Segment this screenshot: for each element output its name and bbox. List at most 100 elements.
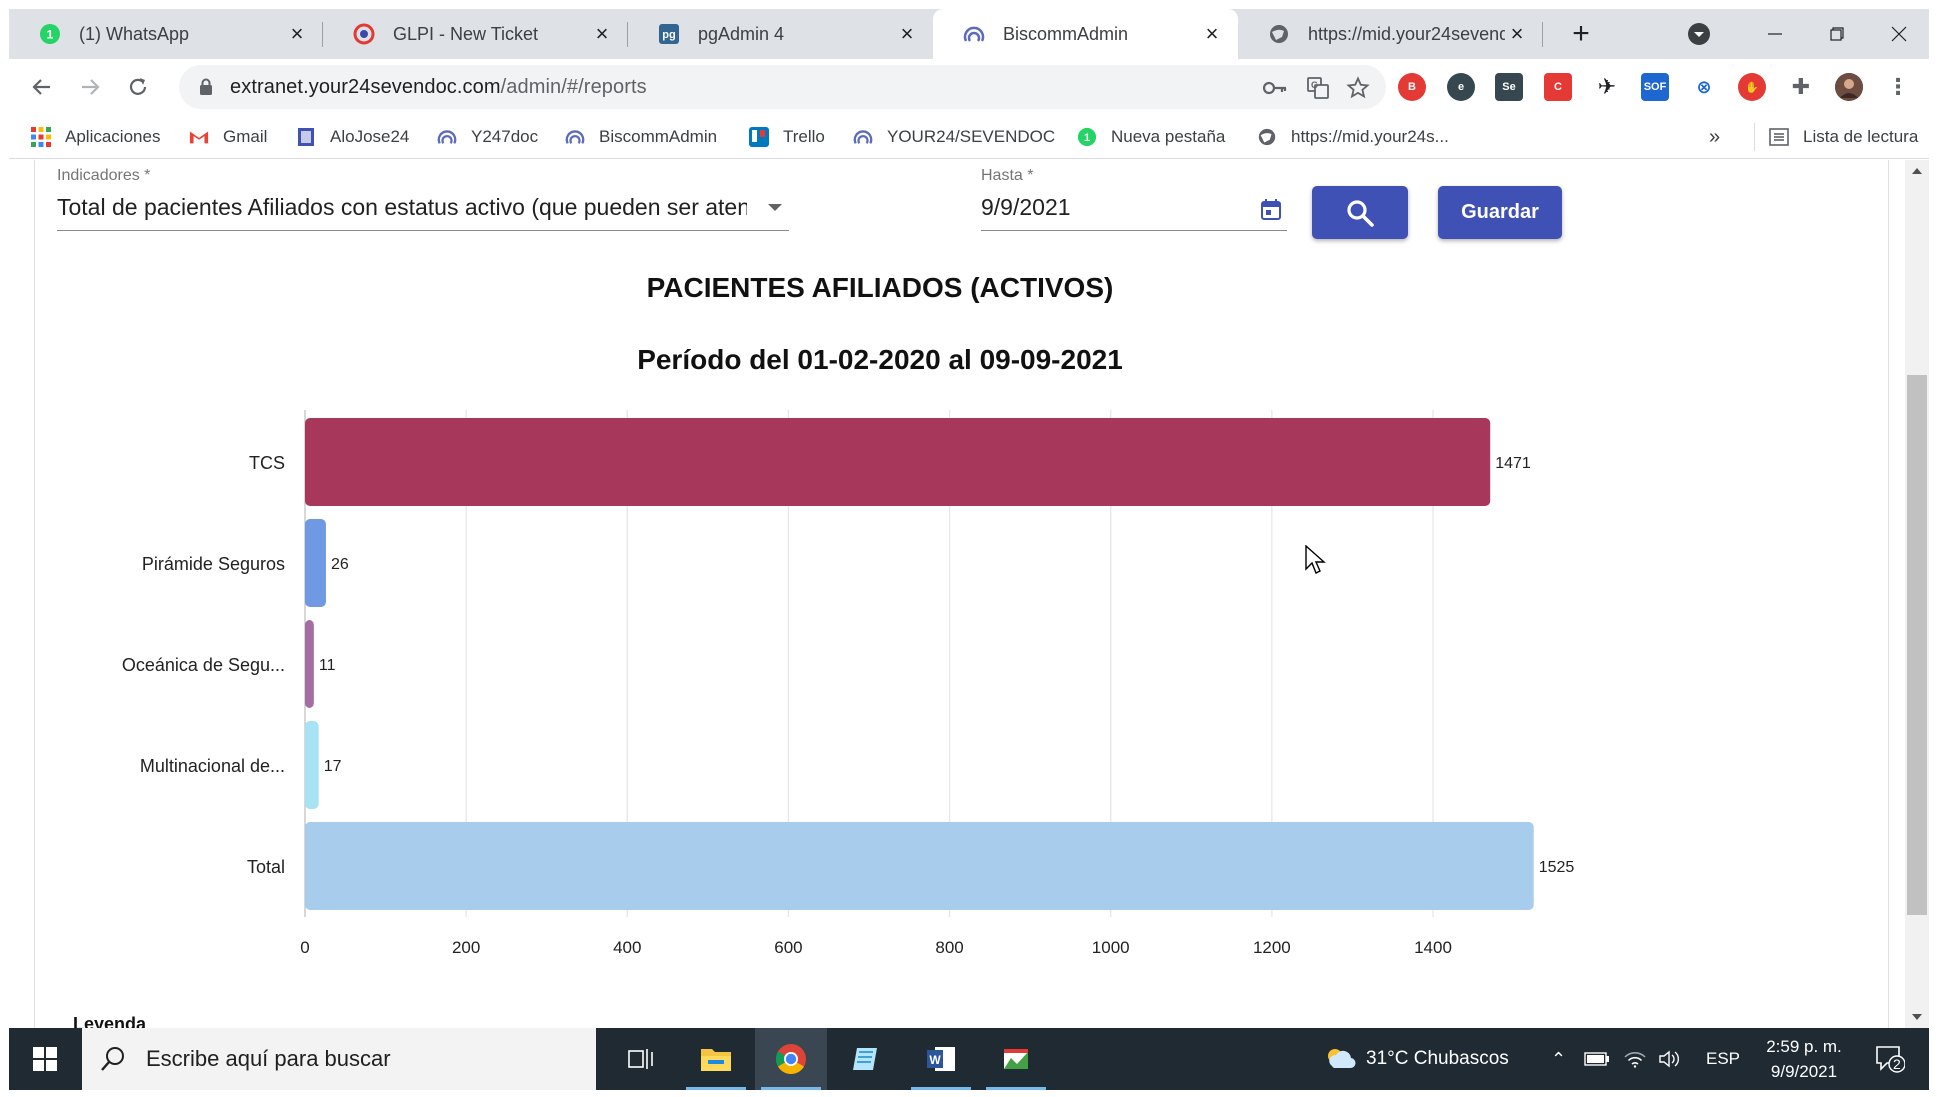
weather-widget[interactable]: 31°C Chubascos (1324, 1028, 1509, 1090)
star-icon[interactable] (1345, 75, 1371, 101)
extension-b-icon[interactable]: B (1398, 73, 1426, 101)
bookmark-alojose24[interactable]: AloJose24 (296, 115, 409, 159)
restore-button[interactable] (1805, 9, 1869, 59)
extension-red-icon[interactable]: C (1544, 73, 1572, 101)
tab-title: (1) WhatsApp (79, 23, 190, 44)
start-button[interactable] (9, 1028, 81, 1090)
extension-arrow-icon[interactable]: ✈ (1593, 73, 1621, 101)
bookmark-nueva-pestana[interactable]: 1 Nueva pestaña (1077, 115, 1225, 159)
arrow-right-icon (82, 79, 100, 95)
tab-mid[interactable]: https://mid.your24sevend × (1238, 9, 1543, 59)
x-tick-label: 0 (300, 938, 309, 957)
chart-x-axis: 0 200 400 600 800 1000 1200 1400 (300, 938, 1452, 957)
tab-biscommadmin[interactable]: BiscommAdmin × (933, 9, 1238, 59)
minimize-button[interactable] (1745, 9, 1805, 59)
extension-sof-icon[interactable]: SOF (1641, 73, 1669, 101)
svg-text:W: W (929, 1053, 941, 1067)
close-icon[interactable]: × (1200, 21, 1224, 46)
clock[interactable]: 2:59 p. m. 9/9/2021 (1761, 1028, 1847, 1090)
notification-center-button[interactable]: 2 (1866, 1028, 1914, 1090)
scroll-up-arrow[interactable] (1905, 160, 1929, 182)
close-icon[interactable]: × (895, 21, 919, 46)
legend-heading: Leyenda (73, 1014, 147, 1028)
bar[interactable] (305, 721, 319, 809)
lock-icon[interactable] (199, 78, 213, 101)
extension-x-icon[interactable]: ⊗ (1690, 73, 1718, 101)
category-label: Pirámide Seguros (142, 554, 285, 574)
page-content: Indicadores * Total de pacientes Afiliad… (9, 160, 1905, 1028)
tab-title: GLPI - New Ticket (393, 23, 539, 44)
globe-icon (1257, 127, 1277, 147)
back-button[interactable] (24, 69, 60, 105)
forward-button[interactable] (72, 69, 108, 105)
language-indicator[interactable]: ESP (1706, 1028, 1740, 1090)
chevron-down-icon (1688, 23, 1710, 45)
bookmark-biscommadmin[interactable]: BiscommAdmin (565, 115, 717, 159)
restore-icon (1830, 27, 1844, 41)
tab-whatsapp[interactable]: 1 (1) WhatsApp × (9, 9, 323, 59)
tab-glpi[interactable]: GLPI - New Ticket × (323, 9, 628, 59)
cloud-rain-icon (1328, 1049, 1356, 1069)
close-window-button[interactable] (1869, 9, 1929, 59)
tab-search-button[interactable] (1677, 9, 1721, 59)
tab-title: BiscommAdmin (1003, 23, 1129, 44)
x-tick-label: 1200 (1253, 938, 1291, 957)
x-tick-label: 800 (935, 938, 963, 957)
close-icon[interactable]: × (1505, 21, 1529, 46)
scroll-down-arrow[interactable] (1905, 1006, 1929, 1028)
bookmark-gmail[interactable]: Gmail (189, 115, 267, 159)
reload-button[interactable] (120, 69, 156, 105)
bookmark-your24sevendoc[interactable]: YOUR24/SEVENDOC (853, 115, 1055, 159)
battery-icon[interactable] (1584, 1028, 1610, 1090)
bookmark-label: BiscommAdmin (599, 127, 718, 146)
bar[interactable] (305, 519, 326, 607)
taskbar-word[interactable]: W (905, 1028, 977, 1090)
avatar[interactable] (1835, 73, 1863, 101)
menu-icon[interactable]: ⋮ (1884, 73, 1912, 101)
clock-date: 9/9/2021 (1770, 1062, 1838, 1081)
apps-grid-icon (31, 127, 51, 147)
taskbar-chrome[interactable] (755, 1028, 827, 1090)
volume-icon[interactable] (1659, 1028, 1681, 1090)
bookmark-label: Y247doc (471, 127, 539, 146)
reading-list-button[interactable]: Lista de lectura (1754, 123, 1918, 151)
bookmark-label: Gmail (223, 127, 268, 146)
taskbar-search[interactable]: Escribe aquí para buscar (82, 1028, 596, 1090)
task-view-button[interactable] (605, 1028, 677, 1090)
url-text: extranet.your24sevendoc.com/admin/#/repo… (230, 76, 647, 99)
bookmark-y247doc[interactable]: Y247doc (437, 115, 538, 159)
tray-overflow-button[interactable]: ⌃ (1551, 1028, 1566, 1090)
active-indicator (686, 1087, 746, 1090)
bookmark-trello[interactable]: Trello (749, 115, 825, 159)
page-scrollbar[interactable] (1905, 160, 1929, 1028)
notification-count: 2 (1893, 1056, 1901, 1072)
bookmark-apps[interactable]: Aplicaciones (31, 115, 160, 159)
url-path: /admin/#/reports (500, 76, 647, 98)
biscomm-icon (963, 23, 985, 45)
wifi-icon[interactable] (1624, 1028, 1646, 1090)
tab-pgadmin[interactable]: pg pgAdmin 4 × (628, 9, 933, 59)
key-icon[interactable] (1262, 75, 1288, 101)
x-tick-label: 1000 (1092, 938, 1130, 957)
bookmarks-overflow-button[interactable]: » (1709, 115, 1720, 159)
biscomm-icon (853, 127, 873, 147)
active-indicator (761, 1087, 821, 1090)
task-view-icon (628, 1049, 653, 1069)
taskbar-notepad[interactable] (830, 1028, 902, 1090)
translate-icon[interactable]: G (1305, 75, 1331, 101)
close-icon[interactable]: × (285, 21, 309, 46)
bar[interactable] (305, 620, 314, 708)
taskbar-project[interactable] (980, 1028, 1052, 1090)
bookmark-mid[interactable]: https://mid.your24s... (1257, 115, 1449, 159)
extension-shield-icon[interactable]: ✋ (1738, 73, 1766, 101)
puzzle-icon[interactable]: ✚ (1787, 73, 1815, 101)
address-bar[interactable]: extranet.your24sevendoc.com/admin/#/repo… (179, 65, 1386, 109)
close-icon[interactable]: × (590, 21, 614, 46)
bar[interactable] (305, 418, 1491, 506)
taskbar-explorer[interactable] (680, 1028, 752, 1090)
extension-se-icon[interactable]: Se (1495, 73, 1523, 101)
bar[interactable] (305, 822, 1534, 910)
extension-e-icon[interactable]: e (1447, 73, 1475, 101)
new-tab-button[interactable]: + (1557, 9, 1605, 59)
scrollbar-thumb[interactable] (1907, 375, 1927, 915)
